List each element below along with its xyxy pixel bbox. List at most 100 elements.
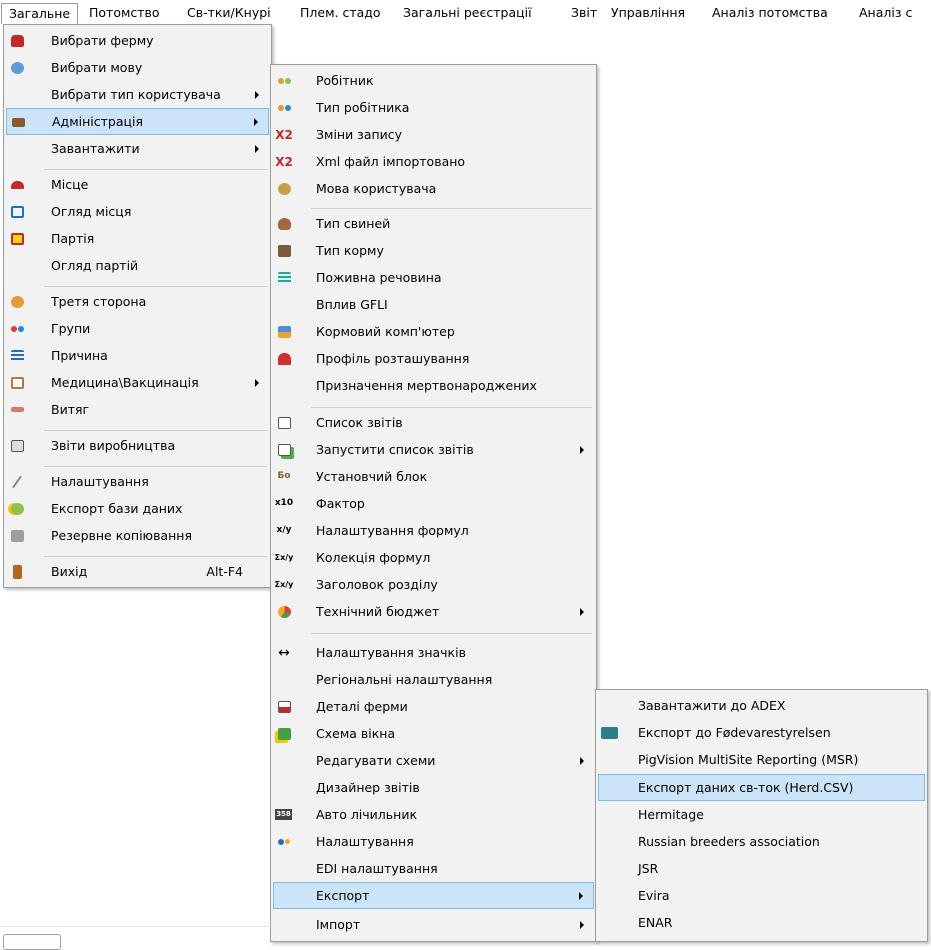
menu-item-batch-overview[interactable]: Огляд партій — [6, 252, 269, 279]
submenu-arrow-icon — [579, 892, 583, 900]
menu-item-select-language[interactable]: Вибрати мову — [6, 54, 269, 81]
auto-counter-icon: 358 — [275, 809, 292, 820]
menu-item-backup[interactable]: Резервне копіювання — [6, 522, 269, 549]
farm-truck-icon — [8, 32, 26, 49]
menu-item-pigvision-msr[interactable]: PigVision MultiSite Reporting (MSR) — [598, 746, 925, 773]
menu-item-edi-settings[interactable]: EDI налаштування — [273, 855, 594, 882]
menu-offspring-analysis[interactable]: Аналіз потомства — [705, 3, 835, 24]
menu-breeding-herd[interactable]: Плем. стадо — [293, 3, 388, 24]
menu-item-feed-type[interactable]: Тип корму — [273, 237, 594, 264]
menu-item-report-list[interactable]: Список звітів — [273, 409, 594, 436]
record-changes-icon: X2 — [275, 127, 293, 142]
menu-item-database-export[interactable]: Експорт бази даних — [6, 495, 269, 522]
submenu-arrow-icon — [255, 91, 259, 99]
menu-item-location[interactable]: Місце — [6, 171, 269, 198]
menu-offspring[interactable]: Потомство — [82, 3, 167, 24]
menu-item-setup-block[interactable]: Бо Установчий блок — [273, 463, 594, 490]
menu-item-formula-collection[interactable]: Σx/y Колекція формул — [273, 544, 594, 571]
menu-item-reason[interactable]: Причина — [6, 342, 269, 369]
third-party-icon — [8, 293, 26, 310]
icon-settings-icon: ↔ — [278, 644, 290, 661]
menu-separator — [44, 556, 267, 557]
menu-item-extract[interactable]: Витяг — [6, 396, 269, 423]
menu-item-icon-settings[interactable]: ↔ Налаштування значків — [273, 639, 594, 666]
menu-item-download[interactable]: Завантажити — [6, 135, 269, 162]
menu-item-upload-to-adex[interactable]: Завантажити до ADEX — [598, 692, 925, 719]
menu-item-worker[interactable]: Робітник — [273, 67, 594, 94]
feed-computer-icon — [275, 323, 293, 340]
menu-item-medicine-vaccination[interactable]: Медицина\Вакцинація — [6, 369, 269, 396]
menu-item-jsr[interactable]: JSR — [598, 855, 925, 882]
menu-item-auto-counter[interactable]: 358 Авто лічильник — [273, 801, 594, 828]
menu-item-select-farm[interactable]: Вибрати ферму — [6, 27, 269, 54]
menu-item-feed-computer[interactable]: Кормовий комп'ютер — [273, 318, 594, 345]
menu-sows-boars[interactable]: Св-тки/Кнурі — [180, 3, 278, 24]
menu-item-stillborn-assignment[interactable]: Призначення мертвонароджених — [273, 372, 594, 399]
menu-item-regional-settings[interactable]: Регіональні налаштування — [273, 666, 594, 693]
menu-item-worker-type[interactable]: Тип робітника — [273, 94, 594, 121]
report-list-icon — [275, 414, 293, 431]
settings-gears-icon — [275, 833, 293, 850]
menu-item-batch[interactable]: Партія — [6, 225, 269, 252]
menu-item-russian-breeders[interactable]: Russian breeders association — [598, 828, 925, 855]
menu-item-import[interactable]: Імпорт — [273, 911, 594, 938]
menu-item-enar[interactable]: ENAR — [598, 909, 925, 936]
menu-item-location-profile[interactable]: Профіль розташування — [273, 345, 594, 372]
menu-general-registrations[interactable]: Загальні реєстрації — [396, 3, 539, 24]
settings-wrench-icon — [8, 473, 26, 490]
menu-item-export-fodevarestyrelsen[interactable]: Експорт до Fødevarestyrelsen — [598, 719, 925, 746]
bottom-button[interactable] — [3, 934, 61, 950]
menu-analysis-s[interactable]: Аналіз с — [852, 3, 919, 24]
status-divider — [0, 926, 272, 927]
menu-separator — [44, 466, 267, 467]
menu-item-report-designer[interactable]: Дизайнер звітів — [273, 774, 594, 801]
menu-management[interactable]: Управління — [604, 3, 692, 24]
submenu-arrow-icon — [580, 608, 584, 616]
language-globe-icon — [8, 59, 26, 76]
general-menu: Вибрати ферму Вибрати мову Вибрати тип к… — [3, 24, 272, 588]
submenu-arrow-icon — [580, 757, 584, 765]
setup-block-icon: Бо — [277, 471, 291, 481]
menu-item-export[interactable]: Експорт — [273, 882, 594, 909]
administration-desk-icon — [9, 114, 27, 131]
menu-item-gfli-impact[interactable]: Вплив GFLI — [273, 291, 594, 318]
menu-item-edit-layouts[interactable]: Редагувати схеми — [273, 747, 594, 774]
menu-item-section-header[interactable]: Σx/y Заголовок розділу — [273, 571, 594, 598]
menu-item-factor[interactable]: x10 Фактор — [273, 490, 594, 517]
menu-item-select-user-type[interactable]: Вибрати тип користувача — [6, 81, 269, 108]
technical-budget-icon — [275, 603, 293, 620]
window-layout-icon — [275, 725, 293, 742]
menu-item-evira[interactable]: Evira — [598, 882, 925, 909]
menu-item-record-changes[interactable]: X2 Зміни запису — [273, 121, 594, 148]
menu-item-window-layout[interactable]: Схема вікна — [273, 720, 594, 747]
menu-item-formula-settings[interactable]: x/y Налаштування формул — [273, 517, 594, 544]
submenu-arrow-icon — [580, 921, 584, 929]
menu-report[interactable]: Звіт — [564, 3, 604, 24]
menu-item-farm-details[interactable]: Деталі ферми — [273, 693, 594, 720]
menu-item-export-herd-csv[interactable]: Експорт даних св-ток (Herd.CSV) — [598, 774, 925, 801]
menu-item-run-report-list[interactable]: Запустити список звітів — [273, 436, 594, 463]
menu-separator — [44, 169, 267, 170]
menu-item-xml-imported[interactable]: X2 Xml файл імпортовано — [273, 148, 594, 175]
menu-item-nutrient[interactable]: Поживна речовина — [273, 264, 594, 291]
menu-item-technical-budget[interactable]: Технічний бюджет — [273, 598, 594, 625]
menu-item-exit[interactable]: Вихід Alt-F4 — [6, 558, 269, 585]
submenu-arrow-icon — [254, 118, 258, 126]
pig-type-icon — [275, 215, 293, 232]
menu-item-admin-settings[interactable]: Налаштування — [273, 828, 594, 855]
menu-item-production-reports[interactable]: Звіти виробництва — [6, 432, 269, 459]
menu-item-third-party[interactable]: Третя сторона — [6, 288, 269, 315]
farm-details-icon — [275, 698, 293, 715]
factor-icon: x10 — [274, 498, 294, 508]
menu-item-pig-type[interactable]: Тип свиней — [273, 210, 594, 237]
menu-item-user-language[interactable]: Мова користувача — [273, 175, 594, 202]
menu-general[interactable]: Загальне — [1, 3, 79, 24]
menu-item-location-overview[interactable]: Огляд місця — [6, 198, 269, 225]
menu-item-settings[interactable]: Налаштування — [6, 468, 269, 495]
reason-list-icon — [8, 347, 26, 364]
menu-item-groups[interactable]: Групи — [6, 315, 269, 342]
menu-item-hermitage[interactable]: Hermitage — [598, 801, 925, 828]
menu-item-administration[interactable]: Адміністрація — [6, 108, 269, 135]
batch-icon — [8, 230, 26, 247]
danish-crown-icon — [600, 724, 618, 741]
